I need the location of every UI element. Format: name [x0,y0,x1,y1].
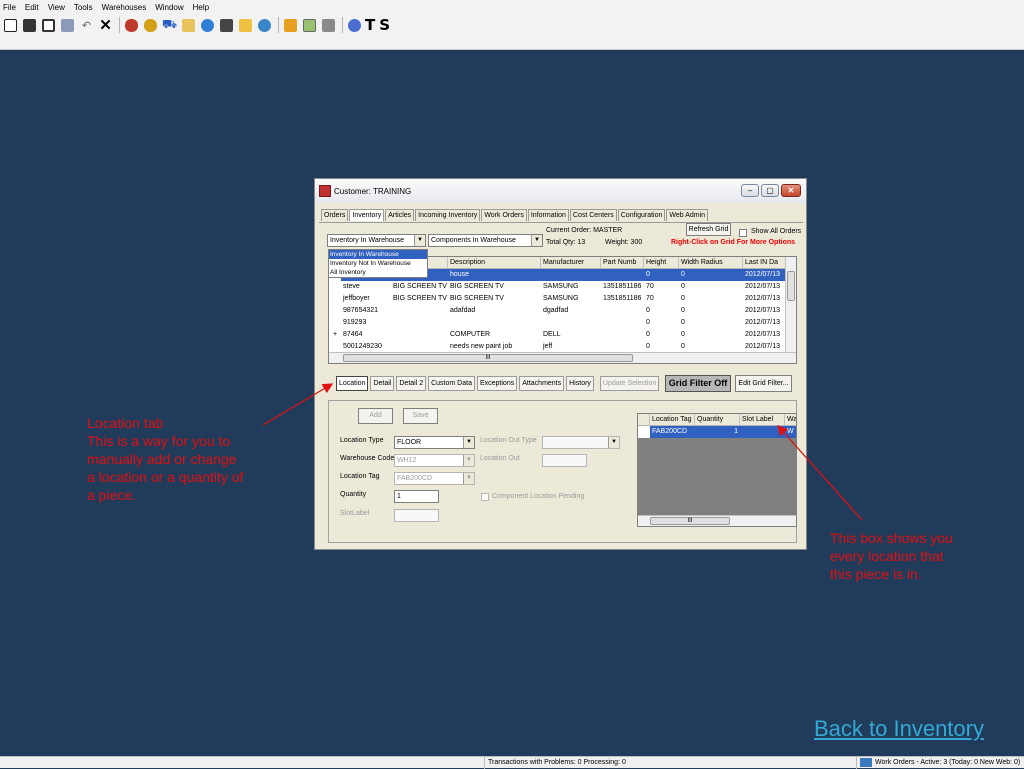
dropdown-option[interactable]: Inventory In Warehouse [329,250,427,259]
work-orders-status-text: Work Orders - Active: 3 (Today: 0 New We… [875,759,1021,766]
annotation-line: a location or a quantity of [87,469,244,485]
annotation-line: manually add or change [87,451,237,467]
work-orders-status[interactable]: Work Orders - Active: 3 (Today: 0 New We… [856,757,1020,769]
annotation-location-box: This box shows you every location that t… [830,529,953,583]
back-to-inventory-link[interactable]: Back to Inventory [814,716,984,742]
status-bar: Transactions with Problems: 0 Processing… [0,756,1024,769]
annotation-arrows [262,383,863,521]
annotation-line: This is a way for you to [87,433,231,449]
cart-icon [860,758,872,767]
annotation-location-tab: Location tab This is a way for you to ma… [87,414,243,504]
annotation-line: Location tab [87,415,164,431]
dropdown-option[interactable]: Inventory Not In Warehouse [329,259,427,268]
annotation-line: a piece. [87,487,137,503]
transactions-status: Transactions with Problems: 0 Processing… [484,757,626,769]
annotation-line: every location that [830,548,944,564]
arrow-to-location-tab [262,383,334,426]
annotation-line: this piece is in. [830,566,922,582]
arrow-to-location-grid [777,425,863,521]
annotation-line: This box shows you [830,530,953,546]
inventory-dropdown-list: Inventory In Warehouse Inventory Not In … [328,249,428,278]
dropdown-option[interactable]: All Inventory [329,268,427,277]
